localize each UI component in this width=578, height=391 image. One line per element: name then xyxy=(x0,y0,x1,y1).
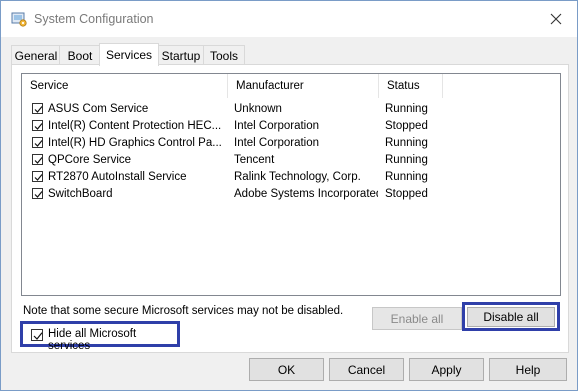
service-manufacturer: Tencent xyxy=(234,154,275,166)
checkmark-icon xyxy=(34,123,43,130)
table-row[interactable]: Intel(R) HD Graphics Control Pa... Intel… xyxy=(22,135,560,152)
service-status: Running xyxy=(385,171,428,183)
service-checkbox[interactable] xyxy=(32,188,43,199)
window-title: System Configuration xyxy=(34,12,154,26)
table-row[interactable]: QPCore Service Tencent Running xyxy=(22,152,560,169)
disable-all-button[interactable]: Disable all xyxy=(467,307,555,327)
system-configuration-window: System Configuration General Boot Servic… xyxy=(0,0,578,391)
secure-services-note: Note that some secure Microsoft services… xyxy=(23,305,344,317)
services-panel: Service Manufacturer Status ASUS Com Ser… xyxy=(11,64,569,353)
service-manufacturer: Intel Corporation xyxy=(234,137,320,149)
title-bar[interactable]: System Configuration xyxy=(1,1,577,37)
table-row[interactable]: Intel(R) Content Protection HEC... Intel… xyxy=(22,118,560,135)
service-status: Stopped xyxy=(385,188,428,200)
service-checkbox[interactable] xyxy=(32,154,43,165)
service-status: Stopped xyxy=(385,120,428,132)
list-header: Service Manufacturer Status xyxy=(22,74,560,98)
close-button[interactable] xyxy=(541,5,571,33)
tab-startup[interactable]: Startup xyxy=(157,45,205,65)
service-checkbox[interactable] xyxy=(32,137,43,148)
tab-services[interactable]: Services xyxy=(99,43,159,66)
service-checkbox[interactable] xyxy=(32,171,43,182)
msconfig-app-icon xyxy=(11,11,27,27)
service-manufacturer: Ralink Technology, Corp. xyxy=(234,171,361,183)
tab-label: Tools xyxy=(209,48,238,63)
enable-all-button[interactable]: Enable all xyxy=(372,307,462,330)
service-name: Intel(R) HD Graphics Control Pa... xyxy=(48,137,222,149)
column-header-manufacturer[interactable]: Manufacturer xyxy=(228,74,379,98)
checkmark-icon xyxy=(34,157,43,164)
column-header-status[interactable]: Status xyxy=(379,74,443,98)
service-status: Running xyxy=(385,103,428,115)
service-name: QPCore Service xyxy=(48,154,132,166)
help-button[interactable]: Help xyxy=(489,358,567,381)
service-checkbox[interactable] xyxy=(32,120,43,131)
tab-label: Boot xyxy=(67,48,93,63)
service-checkbox[interactable] xyxy=(32,103,43,114)
tab-label: Services xyxy=(105,48,152,62)
cancel-button[interactable]: Cancel xyxy=(329,358,404,381)
table-row[interactable]: SwitchBoard Adobe Systems Incorporated S… xyxy=(22,186,560,203)
service-manufacturer: Unknown xyxy=(234,103,282,115)
checkmark-icon xyxy=(34,106,43,113)
tab-label: Startup xyxy=(161,48,201,63)
tab-tools[interactable]: Tools xyxy=(203,45,245,65)
service-status: Running xyxy=(385,154,428,166)
service-name: ASUS Com Service xyxy=(48,103,149,115)
service-name: SwitchBoard xyxy=(48,188,113,200)
tab-general[interactable]: General xyxy=(11,45,61,65)
apply-button[interactable]: Apply xyxy=(409,358,484,381)
tab-boot[interactable]: Boot xyxy=(59,45,101,65)
close-icon xyxy=(550,13,562,25)
service-manufacturer: Intel Corporation xyxy=(234,120,320,132)
hide-ms-services-label: Hide all Microsoft services xyxy=(48,328,137,352)
table-row[interactable]: ASUS Com Service Unknown Running xyxy=(22,101,560,118)
tab-label: General xyxy=(14,48,58,63)
table-row[interactable]: RT2870 AutoInstall Service Ralink Techno… xyxy=(22,169,560,186)
checkmark-icon xyxy=(33,332,43,340)
column-header-service[interactable]: Service xyxy=(22,74,228,98)
service-name: Intel(R) Content Protection HEC... xyxy=(48,120,222,132)
service-manufacturer: Adobe Systems Incorporated xyxy=(234,188,378,200)
hide-ms-services-option[interactable]: Hide all Microsoft services xyxy=(20,321,180,352)
checkmark-icon xyxy=(34,191,43,198)
ok-button[interactable]: OK xyxy=(249,358,324,381)
service-name: RT2870 AutoInstall Service xyxy=(48,171,187,183)
hide-ms-services-checkbox[interactable] xyxy=(31,329,43,341)
services-list[interactable]: Service Manufacturer Status ASUS Com Ser… xyxy=(21,73,561,296)
checkmark-icon xyxy=(34,140,43,147)
checkmark-icon xyxy=(34,174,43,181)
service-status: Running xyxy=(385,137,428,149)
